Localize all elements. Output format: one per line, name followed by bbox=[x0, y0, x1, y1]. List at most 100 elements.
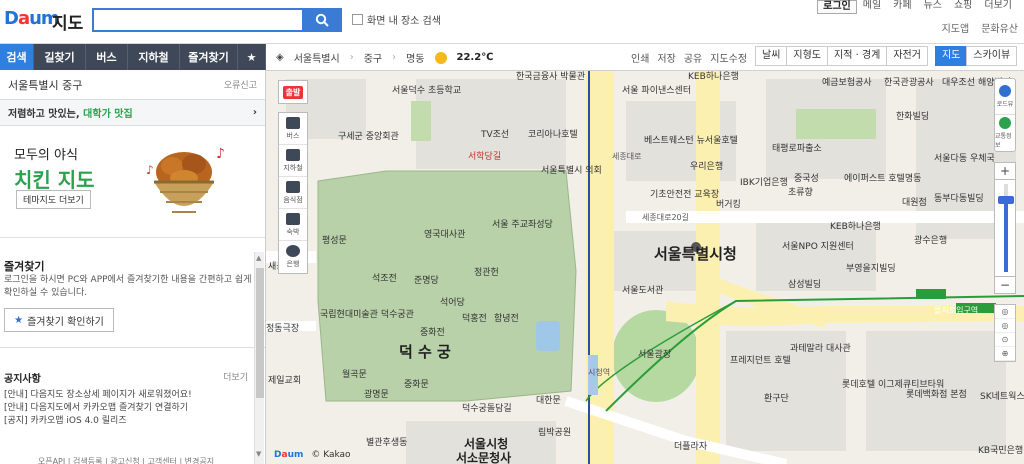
subway-category-button[interactable]: 지하철 bbox=[279, 145, 307, 177]
cadastral-layer-button[interactable]: 지적 · 경계 bbox=[827, 46, 888, 66]
map-label-jeongdong-theater[interactable]: 정동극장 bbox=[266, 321, 299, 334]
map-view-button[interactable]: 지도 bbox=[934, 46, 968, 66]
map-label-jeonggwanheon[interactable]: 정관헌 bbox=[474, 265, 499, 278]
map-label-gwangmyeongmun[interactable]: 광명문 bbox=[364, 387, 389, 400]
map-label-best-western[interactable]: 베스트웨스턴 뉴서울호텔 bbox=[644, 133, 738, 146]
map-label-seokeodang[interactable]: 석어당 bbox=[440, 295, 465, 308]
shopping-link[interactable]: 쇼핑 bbox=[948, 0, 978, 14]
map-label-city-hall-station[interactable]: 시청역 bbox=[588, 367, 610, 378]
notice-item[interactable]: [공지] 카카오맵 iOS 4.0 릴리즈 bbox=[0, 415, 252, 428]
tab-favorites[interactable]: 즐겨찾기 bbox=[180, 44, 238, 70]
check-favorites-button[interactable]: ★ 즐겨찾기 확인하기 bbox=[4, 308, 114, 332]
service-title[interactable]: 지도 bbox=[52, 9, 83, 34]
area-icon[interactable]: ◎ bbox=[995, 319, 1015, 333]
map-label-kebhana[interactable]: KEB하나은행 bbox=[688, 71, 739, 82]
screen-search-checkbox[interactable]: 화면 내 장소 검색 bbox=[352, 12, 441, 27]
save-button[interactable]: 저장 bbox=[657, 50, 675, 65]
notice-item[interactable]: [안내] 다음지도에서 카카오맵 즐겨찾기 연결하기 bbox=[0, 402, 252, 415]
heritage-link[interactable]: 문화유산 bbox=[981, 20, 1018, 35]
map-label-hwangudan[interactable]: 환구단 bbox=[764, 391, 789, 404]
map-label-pyeongseongmun[interactable]: 평성문 bbox=[322, 233, 347, 246]
map-label-a-first[interactable]: 에이퍼스트 호텔명동 bbox=[844, 171, 921, 184]
search-button[interactable] bbox=[302, 8, 342, 32]
zoom-slider[interactable] bbox=[994, 180, 1016, 276]
map-label-uk-embassy[interactable]: 영국대사관 bbox=[424, 227, 465, 240]
scroll-down-icon[interactable]: ▼ bbox=[256, 450, 261, 458]
map-label-safety-edu[interactable]: 기초안전전 교육장 bbox=[650, 187, 719, 200]
map-label-hankuk-tourism[interactable]: 한국관광공사 bbox=[884, 75, 934, 88]
map-label-hamnyeongjeon[interactable]: 함녕전 bbox=[494, 311, 519, 324]
crumb-city[interactable]: 서울특별시 bbox=[294, 50, 340, 65]
map-label-seosomun[interactable]: 서소문청사 bbox=[456, 449, 511, 464]
bicycle-layer-button[interactable]: 자전거 bbox=[886, 46, 928, 66]
zoom-out-button[interactable]: − bbox=[994, 276, 1016, 294]
tab-directions[interactable]: 길찾기 bbox=[34, 44, 86, 70]
report-error-link[interactable]: 오류신고 bbox=[224, 78, 257, 91]
search-input[interactable] bbox=[92, 8, 304, 32]
map-label-yegeum[interactable]: 예금보험공사 bbox=[822, 75, 872, 88]
footer-links[interactable]: 오픈API | 검색등록 | 광고신청 | 고객센터 | 변경공지 bbox=[0, 456, 252, 464]
map-canvas[interactable]: 덕 수 궁 서울특별시청 서울시청 서소문청사 을지로입구역 한국금융사 박물관… bbox=[266, 71, 1024, 464]
map-label-deoksugung[interactable]: 덕 수 궁 bbox=[399, 341, 451, 362]
zoom-in-button[interactable]: + bbox=[994, 162, 1016, 180]
map-label-city-hall[interactable]: 서울특별시청 bbox=[654, 243, 737, 264]
map-label-ibk[interactable]: IBK기업은행 bbox=[740, 175, 788, 188]
map-label-chorong[interactable]: 초류향 bbox=[788, 185, 813, 198]
map-label-seohakdang[interactable]: 서학당길 bbox=[468, 149, 501, 162]
scroll-up-icon[interactable]: ▲ bbox=[256, 254, 261, 262]
news-link[interactable]: 뉴스 bbox=[918, 0, 948, 14]
left-panel-scrollbar[interactable]: ▲ ▼ bbox=[254, 252, 264, 464]
map-label-woori[interactable]: 우리은행 bbox=[690, 159, 723, 172]
distance-icon[interactable]: ◎ bbox=[995, 305, 1015, 319]
login-link[interactable]: 로그인 bbox=[817, 0, 857, 14]
map-label-finance-center[interactable]: 서울 파이낸스센터 bbox=[622, 83, 691, 96]
roadview-button[interactable]: 로드뷰 bbox=[995, 79, 1015, 115]
theme-map-more-button[interactable]: 테마지도 더보기 bbox=[16, 190, 91, 209]
bus-category-button[interactable]: 버스 bbox=[279, 113, 307, 145]
traffic-button[interactable]: 교통정보 bbox=[995, 115, 1015, 151]
map-label-daehanmun[interactable]: 대한문 bbox=[536, 393, 561, 406]
scroll-thumb[interactable] bbox=[256, 268, 264, 398]
map-label-taepyeong-police[interactable]: 태평로파출소 bbox=[772, 141, 822, 154]
map-label-daewon[interactable]: 대원점 bbox=[902, 195, 927, 208]
tab-bus[interactable]: 버스 bbox=[86, 44, 128, 70]
edit-map-button[interactable]: 지도수정 bbox=[710, 50, 747, 65]
map-label-gwangsu[interactable]: 광수은행 bbox=[914, 233, 947, 246]
map-label-dadong-post[interactable]: 서울다동 우체국 bbox=[934, 151, 995, 164]
map-label-lotte-dept[interactable]: 롯데백화점 본점 bbox=[906, 387, 967, 400]
weather-layer-button[interactable]: 날씨 bbox=[755, 46, 788, 66]
map-label-seoul-library[interactable]: 서울도서관 bbox=[622, 283, 663, 296]
map-label-samsung[interactable]: 삼성빌딩 bbox=[788, 277, 821, 290]
crumb-dong[interactable]: 명동 bbox=[406, 50, 424, 65]
map-label-seokjojeon[interactable]: 석조전 bbox=[372, 271, 397, 284]
radius-icon[interactable]: ⊙ bbox=[995, 333, 1015, 347]
map-label-npo-center[interactable]: 서울NPO 지원센터 bbox=[782, 239, 854, 252]
notice-item[interactable]: [안내] 다음지도 장소상세 페이지가 새로워졌어요! bbox=[0, 389, 252, 402]
map-label-deoksu-school[interactable]: 서울덕수 초등학교 bbox=[392, 83, 461, 96]
map-label-salvation[interactable]: 구세군 중앙회관 bbox=[338, 129, 399, 142]
map-label-jeil-church[interactable]: 제일교회 bbox=[268, 373, 301, 386]
terrain-layer-button[interactable]: 지형도 bbox=[786, 46, 829, 66]
map-label-mmca[interactable]: 국립현대미술관 덕수궁관 bbox=[320, 307, 414, 320]
map-label-burger[interactable]: 버거킹 bbox=[716, 197, 741, 210]
map-label-wolgeunmun[interactable]: 월곡문 bbox=[342, 367, 367, 380]
map-label-buyoung[interactable]: 부영을지빌딩 bbox=[846, 261, 896, 274]
map-label-rimbak[interactable]: 림박공원 bbox=[538, 425, 571, 438]
map-label-sejong-road[interactable]: 세종대로 bbox=[612, 151, 641, 162]
mail-link[interactable]: 메일 bbox=[857, 0, 887, 14]
map-label-junghwajeon[interactable]: 중화전 bbox=[420, 325, 445, 338]
notice-more-link[interactable]: 더보기 bbox=[223, 370, 248, 385]
map-label-chinese[interactable]: 중국성 bbox=[794, 171, 819, 184]
share-button[interactable]: 공유 bbox=[684, 50, 702, 65]
map-label-sejong-20[interactable]: 세종대로20길 bbox=[642, 212, 689, 223]
map-label-deokhongjeon[interactable]: 덕홍전 bbox=[462, 311, 487, 324]
map-label-deoksu-wall-road[interactable]: 덕수궁돌담길 bbox=[462, 401, 512, 414]
zoom-knob[interactable] bbox=[998, 196, 1014, 204]
skyview-button[interactable]: 스카이뷰 bbox=[966, 46, 1018, 66]
map-label-museum-finance[interactable]: 한국금융사 박물관 bbox=[516, 71, 585, 82]
bank-category-button[interactable]: 은행 bbox=[279, 241, 307, 273]
map-label-dongbu[interactable]: 동부다동빌딩 bbox=[934, 191, 984, 204]
rotate-icon[interactable]: ⊕ bbox=[995, 347, 1015, 361]
map-label-hanwha[interactable]: 한화빌딩 bbox=[896, 109, 929, 122]
checkbox-box[interactable] bbox=[352, 14, 363, 25]
